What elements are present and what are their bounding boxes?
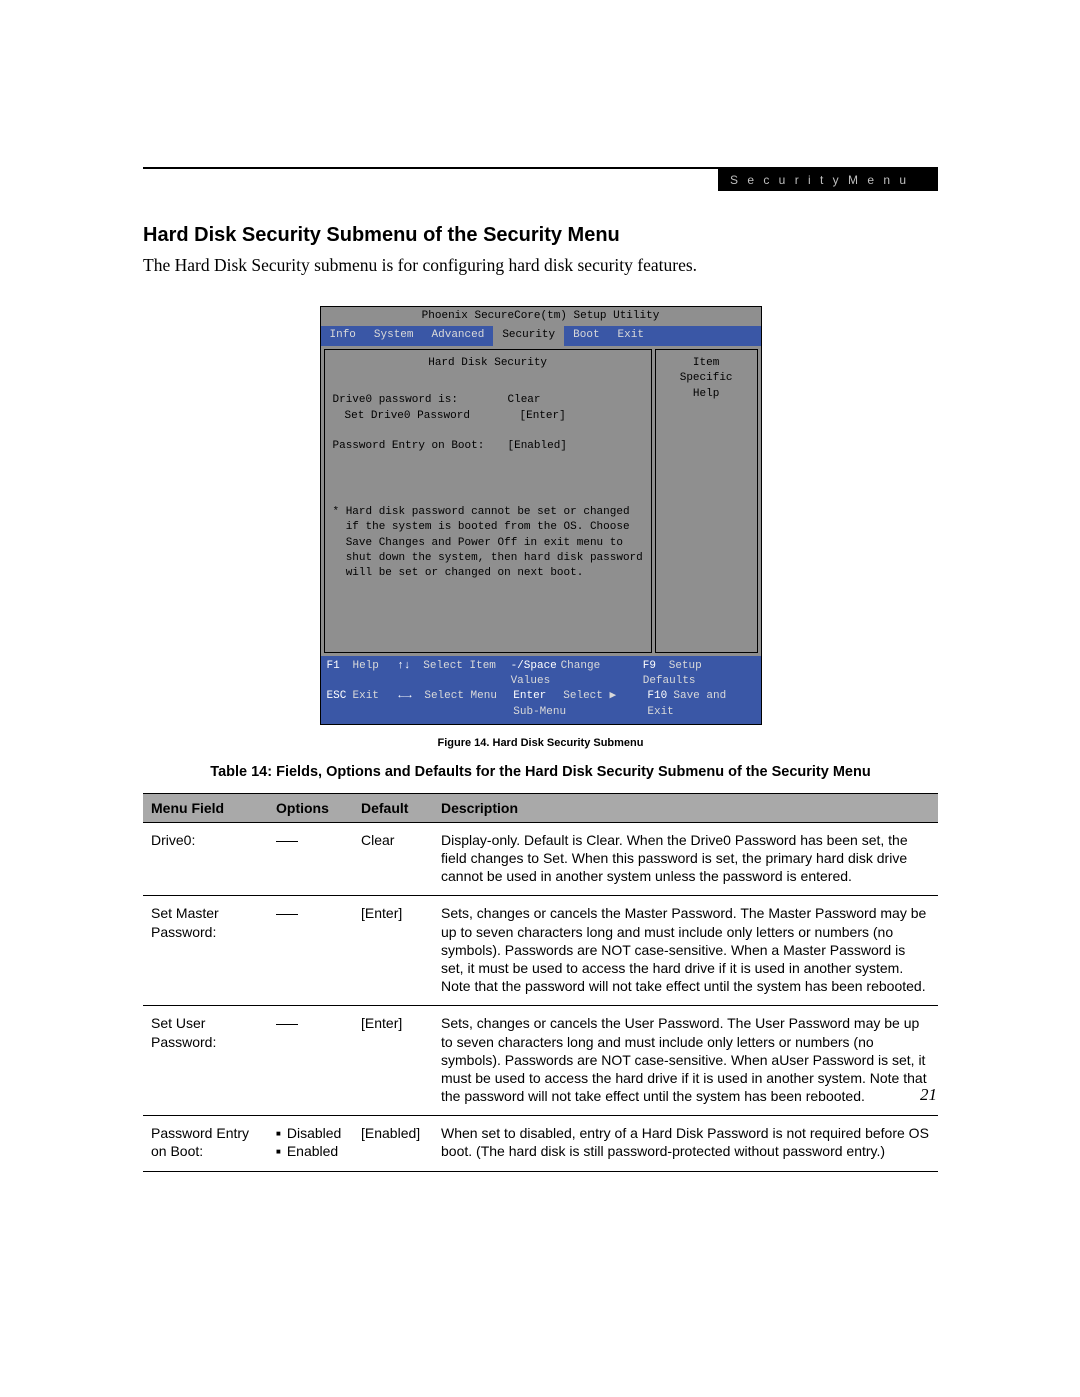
dash-icon <box>276 1024 298 1025</box>
bios-field-row <box>333 424 643 439</box>
cell-menu-field: Drive0: <box>143 822 268 896</box>
page-number: 21 <box>920 1085 937 1105</box>
option-item: Disabled <box>276 1124 345 1142</box>
cell-options: DisabledEnabled <box>268 1116 353 1171</box>
bios-field-row: Password Entry on Boot:[Enabled] <box>333 439 643 454</box>
cell-default: [Enabled] <box>353 1116 433 1171</box>
cell-menu-field: Set User Password: <box>143 1006 268 1116</box>
bios-footer-row1: F1Help ↑↓Select Item -/SpaceChange Value… <box>327 659 755 690</box>
bios-help-panel: Item Specific Help <box>655 349 758 653</box>
page-content: S e c u r i t y M e n u Hard Disk Securi… <box>143 167 938 1172</box>
footer-key: ↑↓ <box>397 659 423 674</box>
bios-tab-advanced: Advanced <box>423 326 494 345</box>
footer-text: Exit <box>353 690 379 702</box>
bios-body: Hard Disk Security Drive0 password is:Cl… <box>321 346 761 656</box>
footer-key: F10 <box>647 689 673 704</box>
bios-tab-boot: Boot <box>564 326 608 345</box>
table-title: Table 14: Fields, Options and Defaults f… <box>143 763 938 783</box>
table-body: Drive0: ClearDisplay-only. Default is Cle… <box>143 822 938 1171</box>
table-row: Set Master Password: [Enter]Sets, changes… <box>143 896 938 1006</box>
bios-field-row: Drive0 password is:Clear <box>333 393 643 408</box>
cell-default: [Enter] <box>353 896 433 1006</box>
bios-footer-row2: ESCExit ←→Select Menu EnterSelect ▶ Sub-… <box>327 689 755 720</box>
footer-text: Select Item <box>423 660 496 672</box>
cell-default: Clear <box>353 822 433 896</box>
footer-key: ←→ <box>398 689 424 704</box>
th-menu-field: Menu Field <box>143 793 268 822</box>
option-item: Enabled <box>276 1142 345 1160</box>
footer-key: F9 <box>643 659 669 674</box>
cell-options <box>268 896 353 1006</box>
bios-tab-info: Info <box>321 326 365 345</box>
main-content: Hard Disk Security Submenu of the Securi… <box>143 169 938 1172</box>
bios-note-line: * Hard disk password cannot be set or ch… <box>333 505 643 520</box>
table-row: Drive0: ClearDisplay-only. Default is Cle… <box>143 822 938 896</box>
bios-note-line: if the system is booted from the OS. Cho… <box>333 520 643 535</box>
bios-field-value: [Enabled] <box>508 439 567 454</box>
bios-field-value: Clear <box>508 393 541 408</box>
footer-key: -/Space <box>511 659 561 674</box>
bios-tab-exit: Exit <box>609 326 653 345</box>
cell-menu-field: Set Master Password: <box>143 896 268 1006</box>
footer-key: ESC <box>327 689 353 704</box>
bios-utility-figure: Phoenix SecureCore(tm) Setup Utility Inf… <box>320 306 762 725</box>
bios-field-label: Set Drive0 Password <box>333 409 520 424</box>
options-list: DisabledEnabled <box>276 1124 345 1160</box>
bios-tab-security: Security <box>493 326 564 345</box>
footer-key: F1 <box>327 659 353 674</box>
figure-caption: Figure 14. Hard Disk Security Submenu <box>143 737 938 749</box>
bios-field-row: Set Drive0 Password[Enter] <box>333 409 643 424</box>
bios-note-line: Save Changes and Power Off in exit menu … <box>333 536 643 551</box>
intro-paragraph: The Hard Disk Security submenu is for co… <box>143 255 938 276</box>
bios-field-label: Drive0 password is: <box>333 393 508 408</box>
table-row: Password Entry on Boot:DisabledEnabled[E… <box>143 1116 938 1171</box>
bios-note-line: shut down the system, then hard disk pas… <box>333 551 643 566</box>
bios-footer: F1Help ↑↓Select Item -/SpaceChange Value… <box>321 656 761 725</box>
bios-left-panel: Hard Disk Security Drive0 password is:Cl… <box>324 349 652 653</box>
cell-options <box>268 1006 353 1116</box>
bios-left-title: Hard Disk Security <box>333 356 643 371</box>
cell-description: When set to disabled, entry of a Hard Di… <box>433 1116 938 1171</box>
bios-field-value: [Enter] <box>520 409 566 424</box>
table-header-row: Menu Field Options Default Description <box>143 793 938 822</box>
footer-text: Select Menu <box>424 690 497 702</box>
footer-key: Enter <box>513 689 563 704</box>
bios-note: * Hard disk password cannot be set or ch… <box>333 505 643 582</box>
definition-table: Menu Field Options Default Description D… <box>143 793 938 1172</box>
bios-help-title: Item Specific Help <box>664 356 749 402</box>
cell-default: [Enter] <box>353 1006 433 1116</box>
dash-icon <box>276 841 298 842</box>
cell-options <box>268 822 353 896</box>
dash-icon <box>276 914 298 915</box>
footer-text: Help <box>353 660 379 672</box>
header-section-label: S e c u r i t y M e n u <box>718 169 938 191</box>
table-row: Set User Password: [Enter]Sets, changes o… <box>143 1006 938 1116</box>
bios-title: Phoenix SecureCore(tm) Setup Utility <box>321 307 761 326</box>
bios-note-line: will be set or changed on next boot. <box>333 566 643 581</box>
bios-tab-system: System <box>365 326 423 345</box>
cell-menu-field: Password Entry on Boot: <box>143 1116 268 1171</box>
th-description: Description <box>433 793 938 822</box>
bios-field-list: Drive0 password is:ClearSet Drive0 Passw… <box>333 393 643 455</box>
th-default: Default <box>353 793 433 822</box>
bios-field-label: Password Entry on Boot: <box>333 439 508 454</box>
section-heading: Hard Disk Security Submenu of the Securi… <box>143 224 938 247</box>
cell-description: Sets, changes or cancels the User Passwo… <box>433 1006 938 1116</box>
bios-tab-bar: InfoSystemAdvancedSecurityBootExit <box>321 326 761 345</box>
cell-description: Sets, changes or cancels the Master Pass… <box>433 896 938 1006</box>
cell-description: Display-only. Default is Clear. When the… <box>433 822 938 896</box>
th-options: Options <box>268 793 353 822</box>
